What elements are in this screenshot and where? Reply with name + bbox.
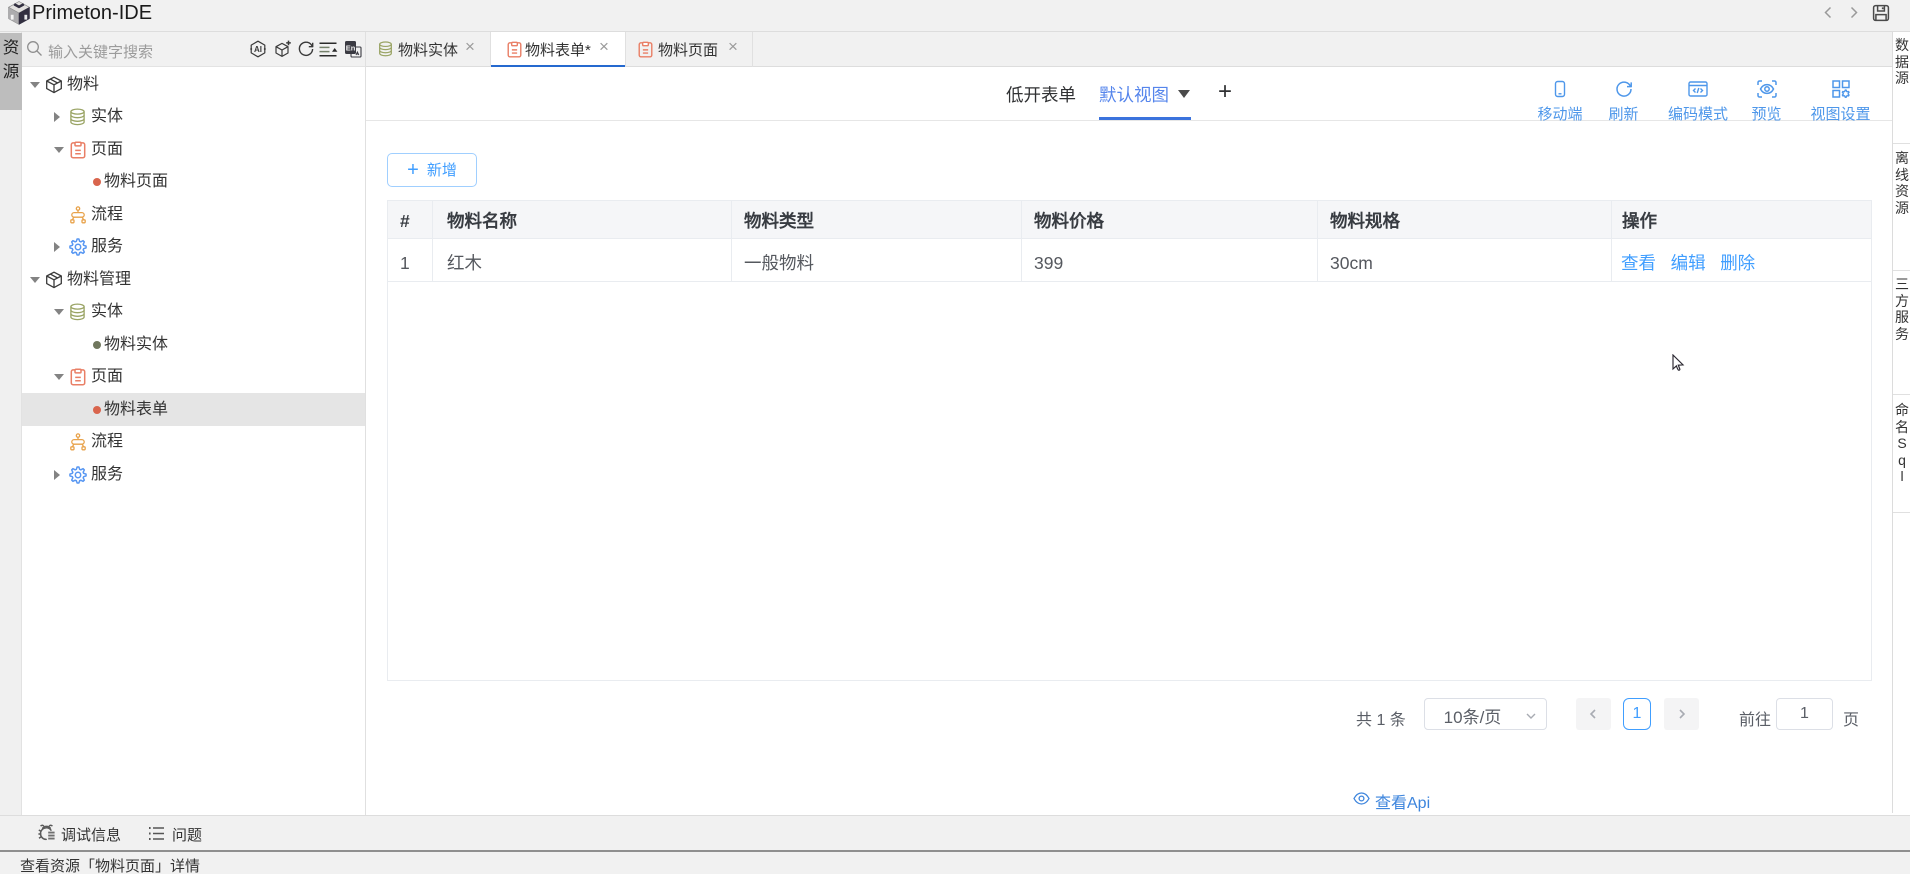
svg-text:AI: AI [254, 45, 262, 54]
svg-text:En: En [346, 44, 356, 53]
